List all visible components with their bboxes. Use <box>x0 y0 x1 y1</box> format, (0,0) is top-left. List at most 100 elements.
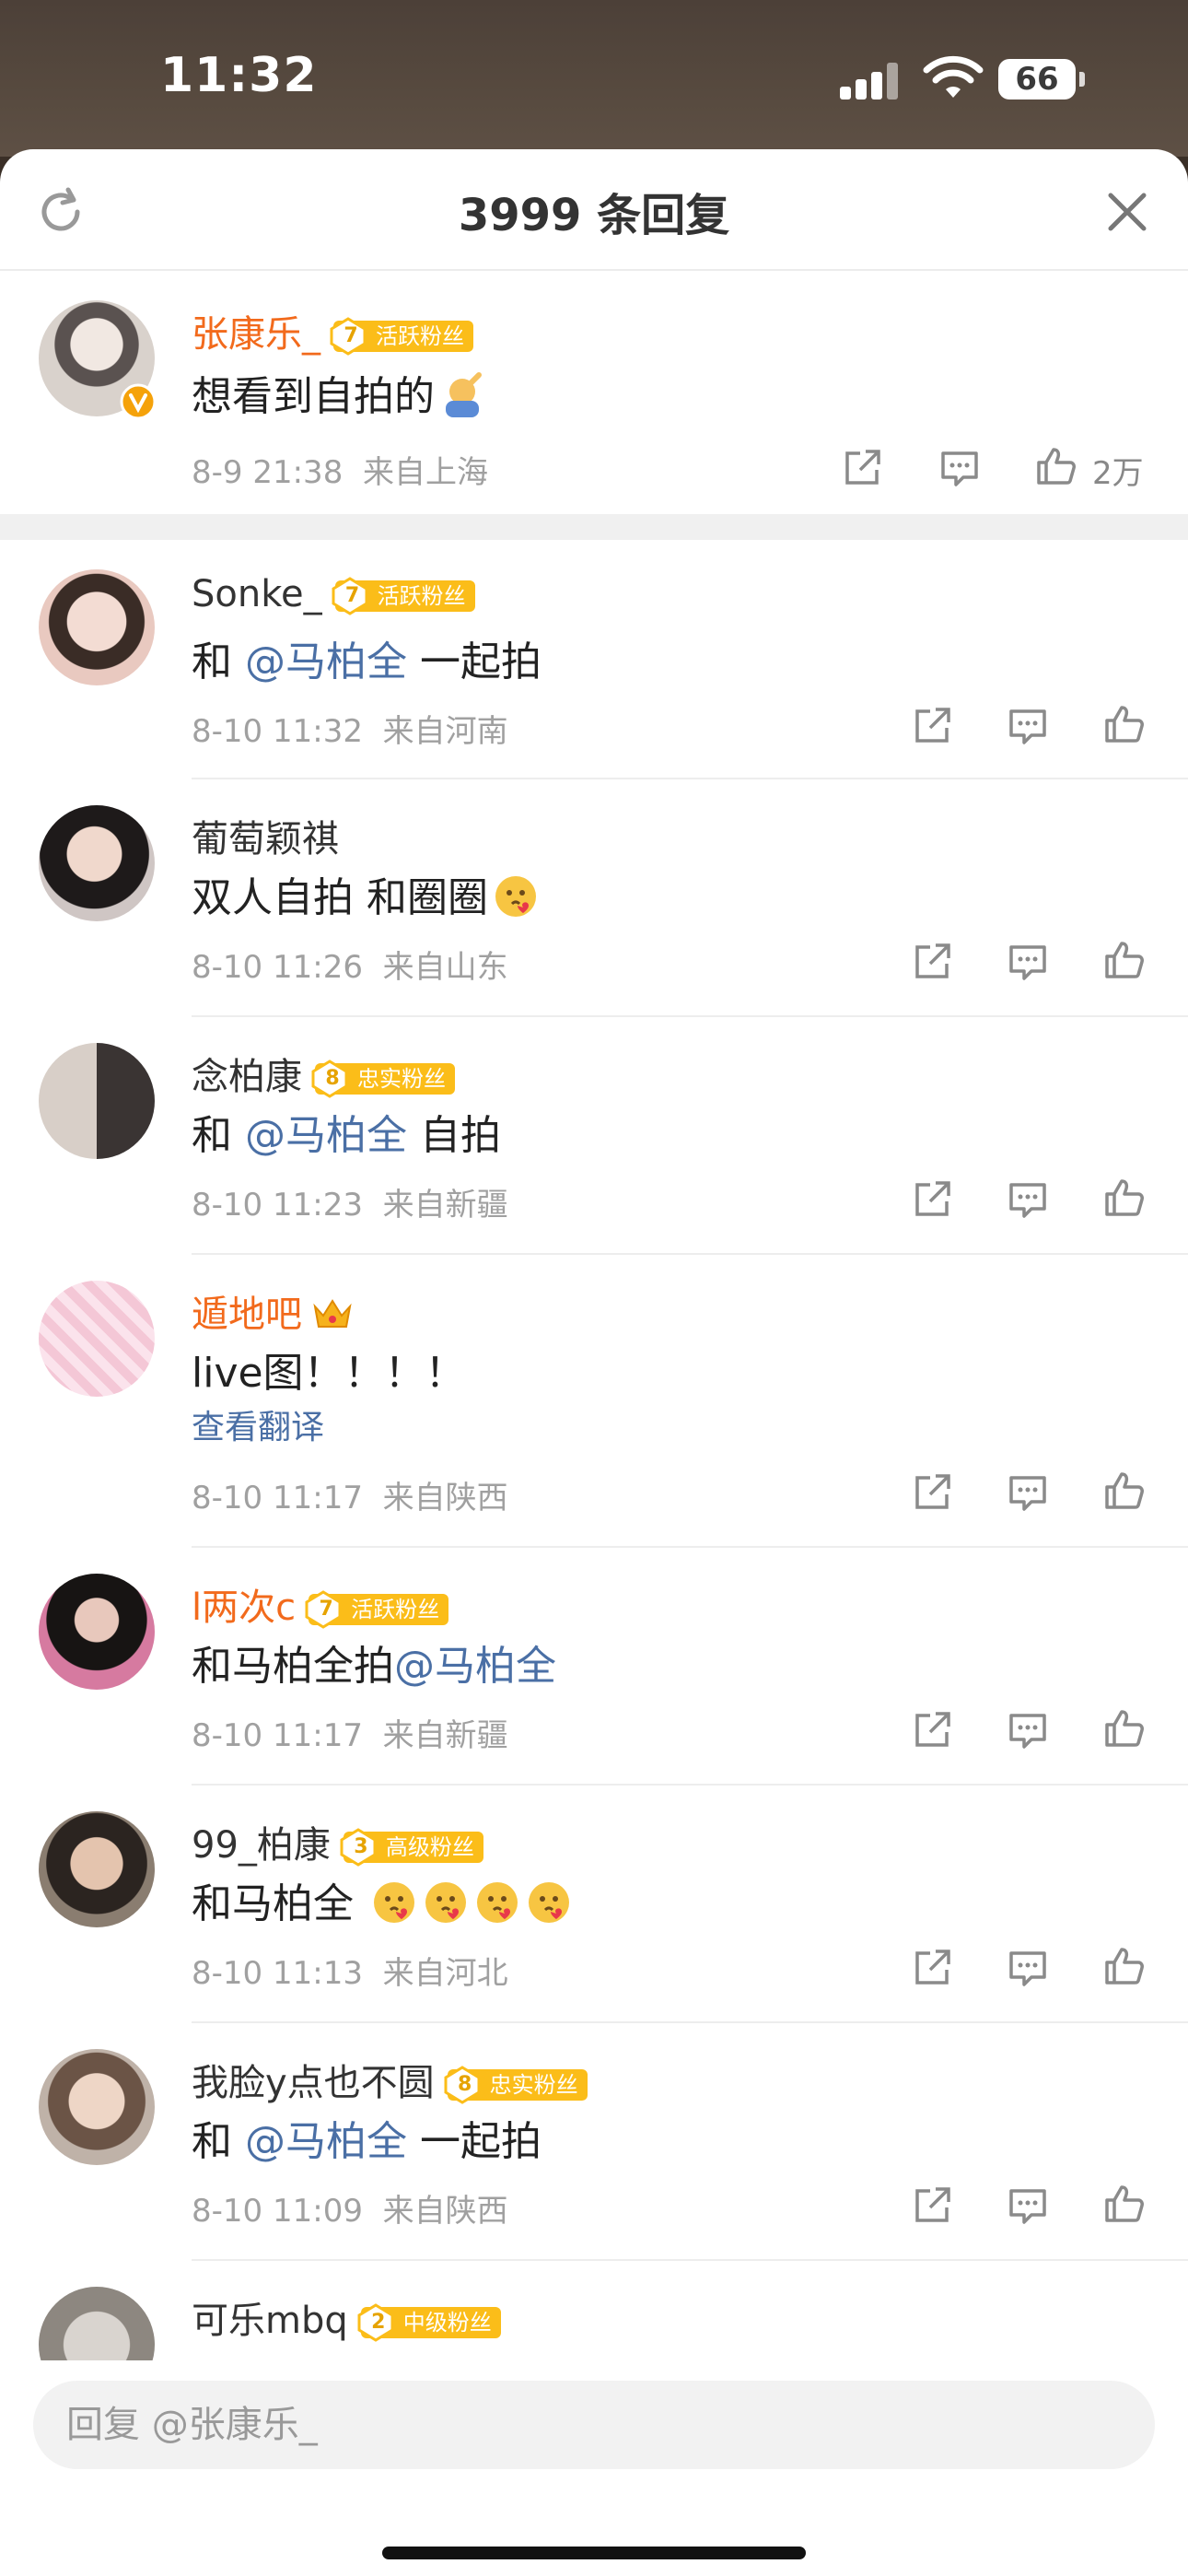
avatar[interactable] <box>39 1281 155 1397</box>
comment-author[interactable]: l两次c 7 活跃粉丝 <box>192 1577 449 1631</box>
like-icon[interactable] <box>1101 1706 1146 1751</box>
mention-link[interactable]: @马柏全 <box>245 2118 407 2165</box>
share-icon[interactable] <box>840 446 884 490</box>
comment-icon[interactable] <box>1006 940 1050 984</box>
username[interactable]: 可乐mbq <box>192 2300 348 2342</box>
comment-icon[interactable] <box>938 446 982 490</box>
share-icon[interactable] <box>910 1946 954 1990</box>
avatar[interactable] <box>39 805 155 921</box>
username[interactable]: 99_柏康 <box>192 1824 331 1867</box>
avatar[interactable] <box>39 2049 155 2165</box>
share-icon[interactable] <box>910 1708 954 1752</box>
comment-icon[interactable] <box>1006 1470 1050 1515</box>
like-icon[interactable] <box>1101 702 1146 746</box>
timestamp: 8-10 11:13 <box>192 1955 363 1992</box>
comment-icon[interactable] <box>1006 704 1050 748</box>
comment-body: live图！！！！ <box>192 1350 466 1397</box>
badge-text: 活跃粉丝 <box>377 583 466 609</box>
like-icon[interactable] <box>1101 2182 1146 2226</box>
divider <box>192 1015 1188 1017</box>
comment-author[interactable]: 张康乐_ 7 活跃粉丝 <box>192 304 473 357</box>
comment-author[interactable]: 遁地吧 <box>192 1284 354 1338</box>
comment-body: 想看到自拍的 <box>192 373 435 420</box>
location: 来自陕西 <box>382 1480 508 1516</box>
badge-level: 8 <box>458 2073 472 2096</box>
username[interactable]: l两次c <box>192 1587 296 1629</box>
fan-badge: 3 高级粉丝 <box>340 1828 483 1867</box>
translate-link[interactable]: 查看翻译 <box>192 1400 324 1448</box>
location: 来自陕西 <box>382 2193 508 2230</box>
comment-text: 想看到自拍的 <box>192 363 486 422</box>
avatar[interactable] <box>39 1043 155 1159</box>
location: 来自上海 <box>362 454 488 491</box>
avatar[interactable] <box>39 1811 155 1927</box>
username[interactable]: 我脸y点也不圆 <box>192 2062 435 2104</box>
comment-icon[interactable] <box>1006 2184 1050 2228</box>
timestamp: 8-10 11:17 <box>192 1717 363 1754</box>
avatar[interactable] <box>39 569 155 685</box>
comment-body: 双人自拍 和圈圈 <box>192 874 488 921</box>
badge-level: 3 <box>354 1835 368 1858</box>
share-icon[interactable] <box>910 704 954 748</box>
fan-badge: 2 中级粉丝 <box>357 2303 501 2342</box>
home-indicator[interactable] <box>382 2547 806 2559</box>
like-icon[interactable] <box>1101 1944 1146 1988</box>
badge-level: 7 <box>319 1598 333 1621</box>
comment-meta: 8-9 21:38 来自上海 <box>192 447 488 492</box>
share-icon[interactable] <box>910 1177 954 1222</box>
divider <box>192 778 1188 779</box>
comment-icon[interactable] <box>1006 1177 1050 1222</box>
location: 来自新疆 <box>382 1187 508 1224</box>
share-icon[interactable] <box>910 940 954 984</box>
divider <box>192 2021 1188 2023</box>
like-icon[interactable] <box>1101 938 1146 982</box>
section-gap <box>0 514 1188 540</box>
like-icon[interactable] <box>1101 1176 1146 1220</box>
timestamp: 8-10 11:26 <box>192 949 363 986</box>
fan-badge: 7 活跃粉丝 <box>330 317 473 356</box>
comment-body: 和 <box>192 1112 245 1159</box>
divider <box>192 2259 1188 2261</box>
comment-author[interactable]: Sonke_ 7 活跃粉丝 <box>192 573 475 615</box>
like-icon[interactable] <box>1033 444 1077 488</box>
comment-icon[interactable] <box>1006 1708 1050 1752</box>
comment-author[interactable]: 99_柏康 3 高级粉丝 <box>192 1815 483 1868</box>
timestamp: 8-10 11:23 <box>192 1187 363 1224</box>
reply-bar: 回复 @张康乐_ <box>0 2360 1188 2576</box>
share-icon[interactable] <box>910 1470 954 1515</box>
comment-body-tail: 一起拍 <box>407 638 542 685</box>
comment-text: 和 @马柏全 一起拍 <box>192 628 542 687</box>
comment-author[interactable]: 葡萄颖祺 <box>192 809 339 862</box>
comment-body: 和 <box>192 638 245 685</box>
emoji-icon <box>477 1882 518 1923</box>
username[interactable]: Sonke_ <box>192 573 322 615</box>
comment-author[interactable]: 可乐mbq 2 中级粉丝 <box>192 2290 501 2344</box>
comment-meta: 8-10 11:23 来自新疆 <box>192 1179 508 1224</box>
comment-icon[interactable] <box>1006 1946 1050 1990</box>
like-count: 2万 <box>1092 455 1144 492</box>
username[interactable]: 念柏康 <box>192 1056 302 1098</box>
mention-link[interactable]: @马柏全 <box>245 1112 407 1159</box>
timestamp: 8-10 11:17 <box>192 1480 363 1516</box>
username[interactable]: 葡萄颖祺 <box>192 818 339 861</box>
mention-link[interactable]: @马柏全 <box>245 638 407 685</box>
status-time: 11:32 <box>160 48 318 103</box>
comment-author[interactable]: 我脸y点也不圆 8 忠实粉丝 <box>192 2053 588 2106</box>
emoji-icon <box>425 1882 466 1923</box>
timestamp: 8-10 11:32 <box>192 713 363 750</box>
timestamp: 8-9 21:38 <box>192 454 344 491</box>
mention-link[interactable]: @马柏全 <box>394 1643 556 1690</box>
username[interactable]: 遁地吧 <box>192 1294 302 1336</box>
comment-text: 和马柏全拍@马柏全 <box>192 1633 556 1692</box>
avatar[interactable] <box>39 1574 155 1690</box>
like-icon[interactable] <box>1101 1469 1146 1513</box>
comment-author[interactable]: 念柏康 8 忠实粉丝 <box>192 1047 455 1100</box>
username[interactable]: 张康乐_ <box>192 313 320 356</box>
close-icon[interactable] <box>1101 186 1153 238</box>
sheet-header: 3999 条回复 <box>0 149 1188 271</box>
share-icon[interactable] <box>910 2184 954 2228</box>
badge-level: 2 <box>371 2311 386 2334</box>
comment-meta: 8-10 11:09 来自陕西 <box>192 2185 508 2231</box>
emoji-icon <box>495 876 536 917</box>
reply-input[interactable]: 回复 @张康乐_ <box>33 2381 1155 2469</box>
